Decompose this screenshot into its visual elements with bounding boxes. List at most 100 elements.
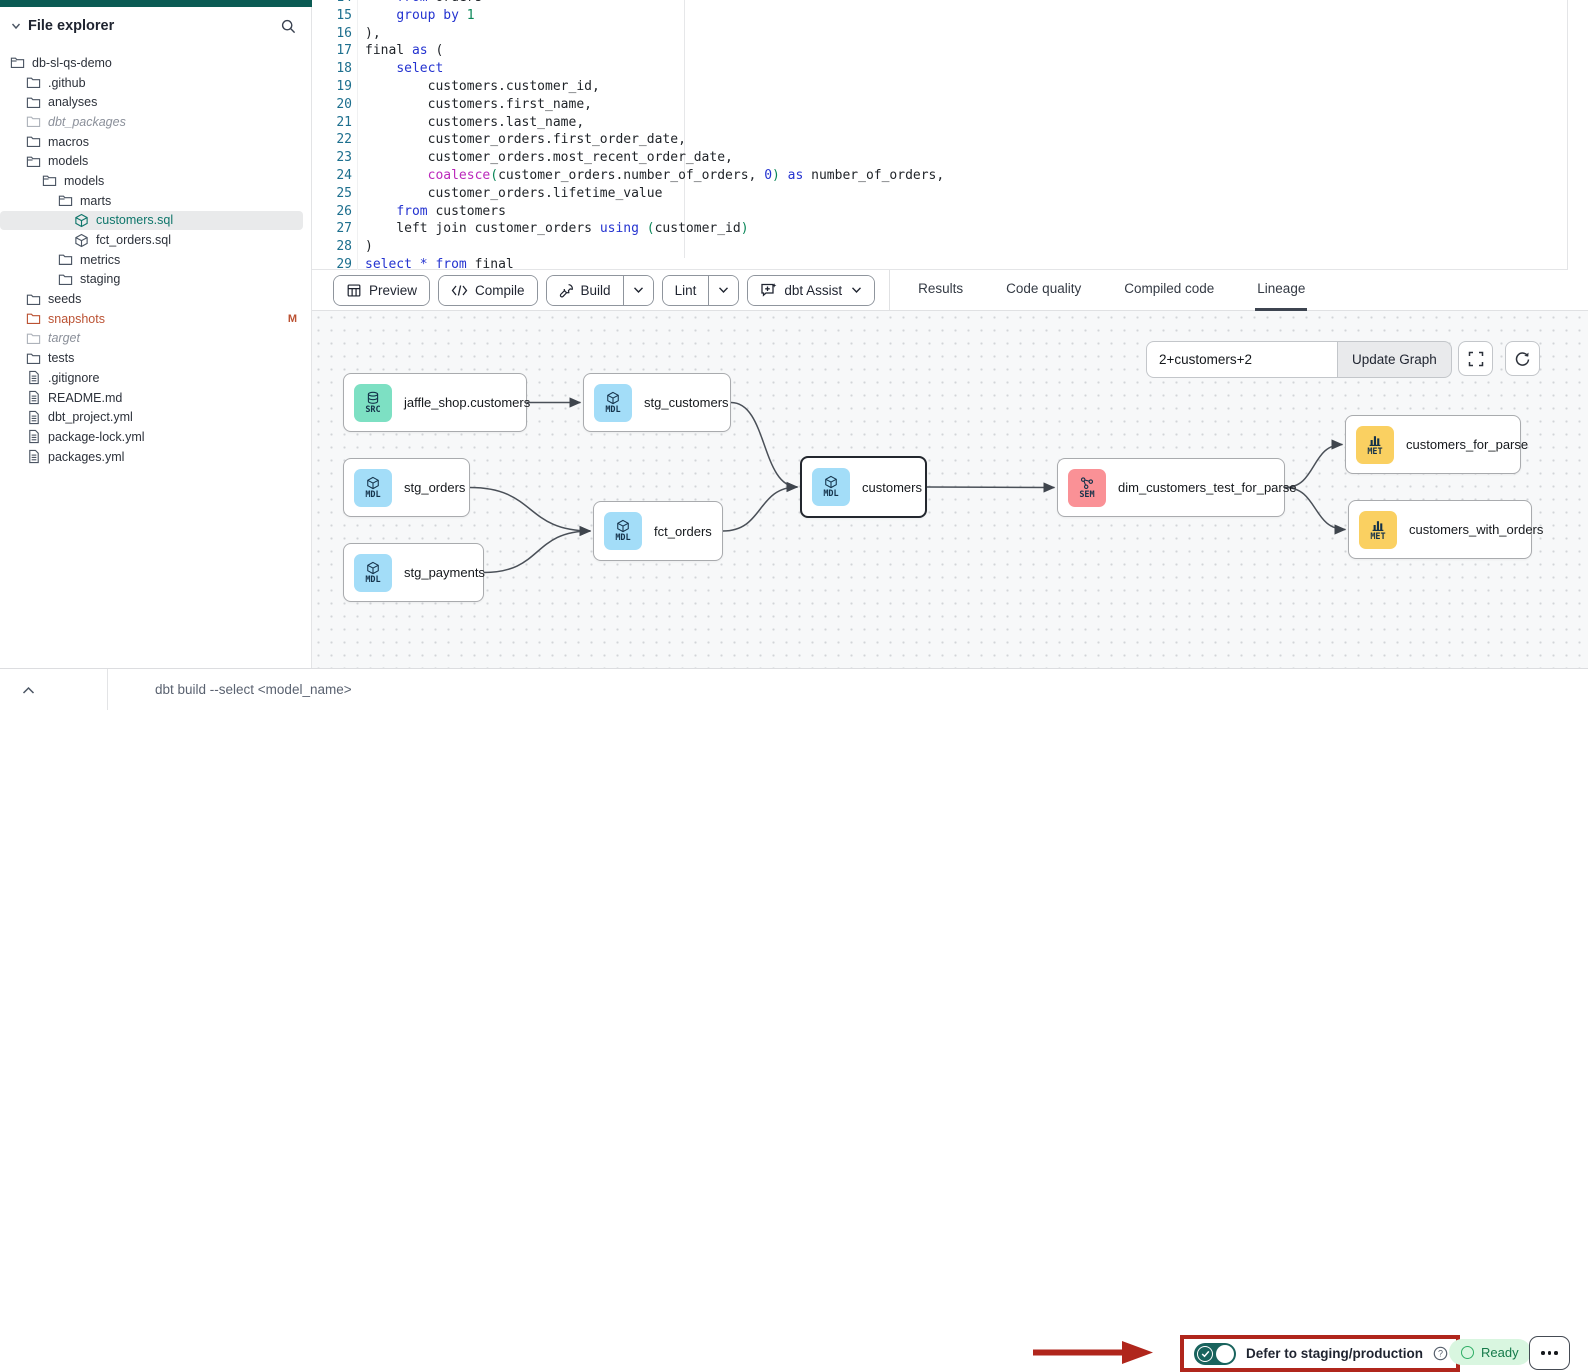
help-icon[interactable]: ?: [1433, 1346, 1448, 1361]
line-number: 17: [312, 42, 352, 60]
file-tree-item-label: README.md: [48, 391, 122, 405]
search-icon[interactable]: [280, 18, 297, 35]
file-tree-item[interactable]: db-sl-qs-demo: [0, 53, 311, 73]
statusbar-divider: [107, 669, 108, 710]
file-tree-item-label: dbt_project.yml: [48, 410, 133, 424]
node-badge-mdl: MDL: [812, 468, 850, 506]
build-button[interactable]: Build: [547, 276, 623, 305]
file-tree-item[interactable]: snapshots M: [0, 309, 311, 329]
lineage-node-fct_orders[interactable]: MDLfct_orders: [593, 501, 723, 561]
code-line: 25 customer_orders.lifetime_value: [312, 185, 1568, 203]
lineage-node-customers[interactable]: MDLcustomers: [800, 456, 927, 518]
file-tree-item[interactable]: staging: [0, 270, 311, 290]
chevron-down-icon[interactable]: [10, 20, 22, 32]
node-badge-mdl: MDL: [354, 554, 392, 592]
code-editor[interactable]: 14 from orders15 group by 116),17final a…: [312, 0, 1568, 270]
chevron-down-icon: [851, 286, 862, 294]
tab-results[interactable]: Results: [916, 270, 965, 311]
file-tree-item-label: .gitignore: [48, 371, 99, 385]
update-graph-button[interactable]: Update Graph: [1337, 341, 1452, 378]
status-bar: Defer to staging/production ? Ready: [0, 668, 1588, 709]
file-tree-item[interactable]: seeds: [0, 289, 311, 309]
node-label: stg_orders: [404, 480, 465, 495]
lineage-node-jaffle_shop.customers[interactable]: SRCjaffle_shop.customers: [343, 373, 527, 432]
model-icon: [74, 233, 89, 248]
code-line: 15 group by 1: [312, 7, 1568, 25]
file-icon: [26, 370, 41, 385]
file-tree-item[interactable]: analyses: [0, 92, 311, 112]
node-badge-sem: SEM: [1068, 469, 1106, 507]
file-tree-item[interactable]: fct_orders.sql: [0, 230, 311, 250]
lint-button[interactable]: Lint: [663, 276, 709, 305]
file-tree-item-label: macros: [48, 135, 89, 149]
file-tree-item-label: metrics: [80, 253, 120, 267]
file-tree-item[interactable]: marts: [0, 191, 311, 211]
file-tree-item[interactable]: customers.sql: [0, 211, 303, 231]
file-tree-item[interactable]: metrics: [0, 250, 311, 270]
status-badge: Ready: [1449, 1339, 1531, 1365]
file-tree-item[interactable]: package-lock.yml: [0, 427, 311, 447]
node-label: stg_customers: [644, 395, 729, 410]
fullscreen-button[interactable]: [1458, 341, 1493, 376]
file-tree-item[interactable]: tests: [0, 348, 311, 368]
file-tree-item[interactable]: models: [0, 151, 311, 171]
defer-toggle[interactable]: [1194, 1343, 1236, 1365]
file-tree-item[interactable]: dbt_project.yml: [0, 407, 311, 427]
dbt-assist-button[interactable]: dbt Assist: [748, 276, 874, 305]
badge-cube-icon: [616, 519, 630, 533]
chevron-down-icon: [633, 286, 644, 294]
lineage-node-customers_with_orders[interactable]: METcustomers_with_orders: [1348, 500, 1532, 559]
node-label: jaffle_shop.customers: [404, 395, 530, 410]
lineage-node-stg_orders[interactable]: MDLstg_orders: [343, 458, 470, 517]
editor-scrollbar-track[interactable]: [1567, 0, 1588, 311]
lineage-node-stg_customers[interactable]: MDLstg_customers: [583, 373, 731, 432]
file-tree-item[interactable]: README.md: [0, 388, 311, 408]
preview-button[interactable]: Preview: [334, 276, 429, 305]
tab-code-quality[interactable]: Code quality: [1004, 270, 1083, 311]
line-number: 15: [312, 7, 352, 25]
tab-lineage[interactable]: Lineage: [1255, 270, 1307, 311]
line-number: 18: [312, 60, 352, 78]
file-tree-item-label: dbt_packages: [48, 115, 126, 129]
lineage-selector-input[interactable]: [1146, 341, 1337, 378]
line-number: 21: [312, 114, 352, 132]
dbt-command-input[interactable]: [155, 675, 855, 704]
grid-icon: [346, 283, 362, 298]
modified-badge: M: [288, 313, 297, 325]
compile-button[interactable]: Compile: [439, 276, 537, 305]
more-options-button[interactable]: [1529, 1336, 1570, 1370]
tab-compiled-code[interactable]: Compiled code: [1122, 270, 1216, 311]
lineage-node-stg_payments[interactable]: MDL stg_payments: [343, 543, 484, 602]
file-icon: [26, 449, 41, 464]
line-number: 22: [312, 131, 352, 149]
badge-db-icon: [366, 391, 380, 405]
file-tree-item[interactable]: models: [0, 171, 311, 191]
file-tree-item-label: snapshots: [48, 312, 105, 326]
code-line: 17final as (: [312, 42, 1568, 60]
chevron-up-icon[interactable]: [16, 678, 40, 702]
code-icon: [451, 284, 468, 297]
node-label: stg_payments: [404, 565, 485, 580]
lineage-node-customers_for_parse[interactable]: METcustomers_for_parse: [1345, 415, 1521, 474]
lineage-canvas[interactable]: SRCjaffle_shop.customersMDLstg_customers…: [312, 311, 1588, 668]
file-tree-item[interactable]: target: [0, 329, 311, 349]
lint-dropdown-button[interactable]: [708, 276, 738, 305]
refresh-graph-button[interactable]: [1505, 341, 1540, 376]
line-number: 23: [312, 149, 352, 167]
code-line: 23 customer_orders.most_recent_order_dat…: [312, 149, 1568, 167]
file-tree-item[interactable]: .gitignore: [0, 368, 311, 388]
folder-icon: [26, 351, 41, 366]
build-dropdown-button[interactable]: [623, 276, 653, 305]
defer-label: Defer to staging/production: [1246, 1346, 1423, 1361]
file-tree-item[interactable]: packages.yml: [0, 447, 311, 467]
lineage-node-dim_customers_test_for_parse[interactable]: SEMdim_customers_test_for_parse: [1057, 458, 1285, 517]
code-line: 20 customers.first_name,: [312, 96, 1568, 114]
file-tree-item[interactable]: .github: [0, 73, 311, 93]
file-tree-item-label: tests: [48, 351, 74, 365]
gutter-separator: [357, 0, 358, 270]
ready-circle-icon: [1461, 1346, 1474, 1359]
ellipsis-icon: [1541, 1351, 1545, 1355]
file-tree-item-label: seeds: [48, 292, 81, 306]
file-tree-item[interactable]: macros: [0, 132, 311, 152]
file-tree-item[interactable]: dbt_packages: [0, 112, 311, 132]
